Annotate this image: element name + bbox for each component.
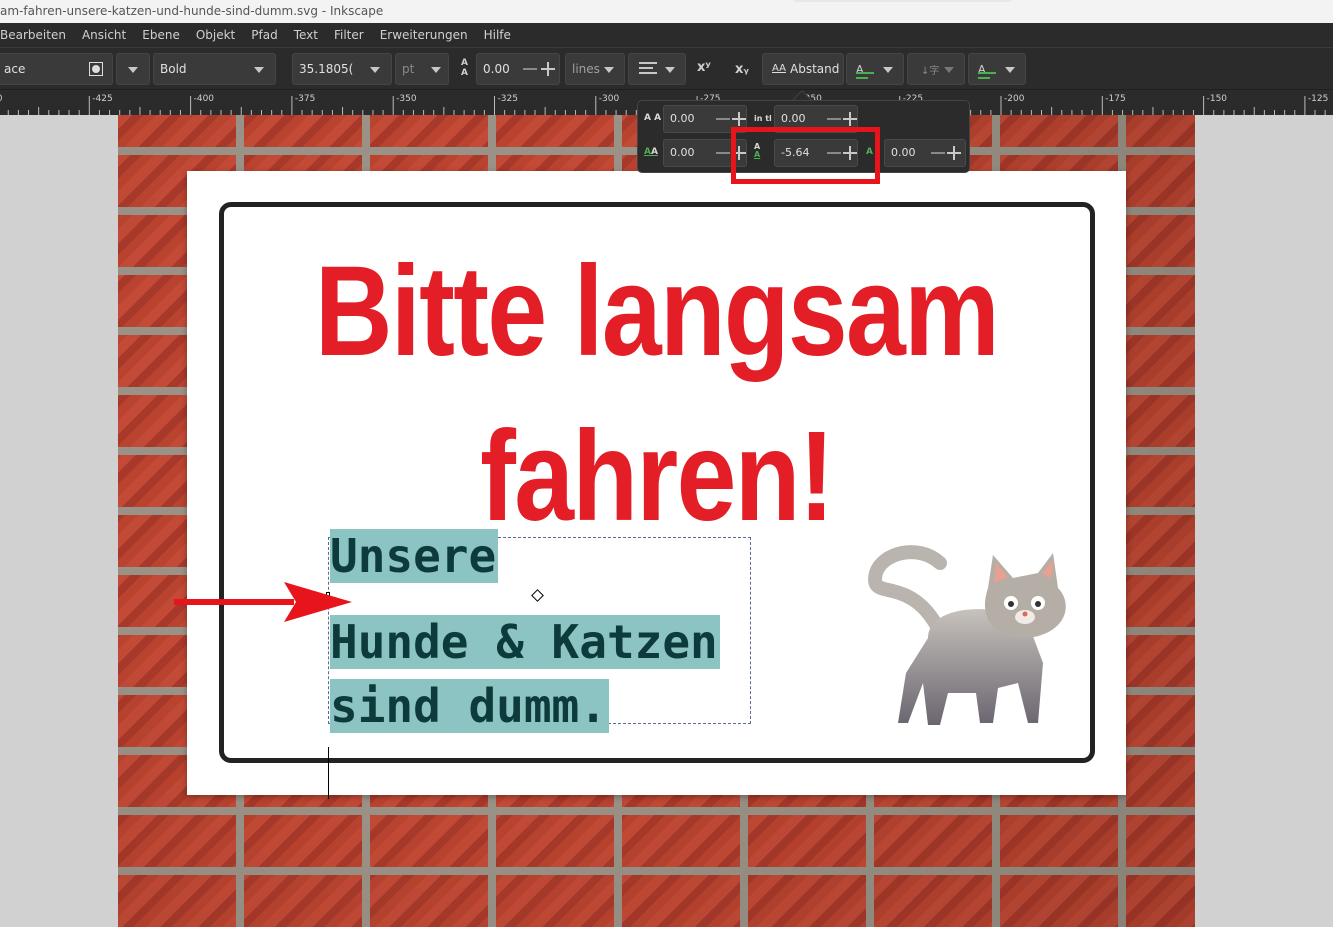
- ruler-tick-label: -350: [396, 94, 417, 104]
- minus-icon[interactable]: [827, 112, 841, 126]
- minus-icon[interactable]: [931, 146, 945, 160]
- font-family-field[interactable]: ace: [0, 53, 113, 85]
- selected-text-line3[interactable]: sind dumm.: [330, 679, 609, 733]
- line-height-mode-dropdown[interactable]: lines: [565, 53, 625, 85]
- sign-title-line1: Bitte langsam: [314, 240, 1000, 383]
- spacing-icon: AA: [772, 63, 786, 74]
- align-icon: [639, 62, 657, 76]
- ruler-tick-label: -375: [295, 94, 315, 104]
- annotation-arrow-icon: [174, 582, 352, 622]
- unit-dropdown[interactable]: pt: [395, 53, 449, 85]
- menu-ebene[interactable]: Ebene: [134, 28, 188, 42]
- plus-icon[interactable]: [541, 62, 555, 76]
- drawing-canvas[interactable]: Bitte langsam fahren! Unsere Hunde & Kat…: [0, 115, 1333, 927]
- line-mode-value: lines: [572, 62, 600, 76]
- ruler-tick-label: -150: [1207, 94, 1228, 104]
- spacing-button[interactable]: AA Abstand: [762, 53, 844, 85]
- plus-icon[interactable]: [947, 146, 961, 160]
- ruler-tick-label: -425: [92, 94, 112, 104]
- font-preview-icon[interactable]: [89, 62, 103, 76]
- menu-ansicht[interactable]: Ansicht: [74, 28, 134, 42]
- plus-icon[interactable]: [732, 112, 746, 126]
- line-height-icon: AA: [461, 58, 468, 78]
- line-height-field[interactable]: 0.00: [476, 53, 560, 85]
- plus-icon[interactable]: [843, 112, 857, 126]
- font-style-dropdown[interactable]: Bold: [153, 53, 276, 85]
- chevron-down-icon: [883, 67, 893, 73]
- menu-bearbeiten[interactable]: Bearbeiten: [0, 28, 74, 42]
- line-height-value: 0.00: [483, 62, 510, 76]
- chevron-down-icon: [1005, 67, 1015, 73]
- rotation-field[interactable]: 0.00: [884, 139, 966, 167]
- minus-icon[interactable]: [523, 62, 537, 76]
- ruler-tick-label: -175: [1105, 94, 1125, 104]
- alignment-dropdown[interactable]: [628, 53, 686, 85]
- font-size-dropdown[interactable]: 35.1805(: [292, 53, 392, 85]
- chevron-down-icon: [254, 67, 264, 73]
- ruler-tick-label: -300: [599, 94, 620, 104]
- chevron-down-icon: [431, 67, 441, 73]
- font-family-dropdown[interactable]: [116, 53, 150, 85]
- chevron-down-icon: [370, 67, 380, 73]
- word-spacing-label: in tl: [754, 114, 772, 123]
- writing-mode-dropdown[interactable]: A: [846, 53, 904, 85]
- subscript-icon[interactable]: xᵧ: [735, 62, 749, 77]
- superscript-icon[interactable]: xʸ: [697, 60, 711, 75]
- direction-icon: A: [978, 63, 986, 76]
- sign-title-line2: fahren!: [480, 405, 834, 548]
- text-toolbar: ace Bold 35.1805( pt AA 0.00 lines xʸ xᵧ…: [0, 47, 1333, 89]
- menu-bar: Bearbeiten Ansicht Ebene Objekt Pfad Tex…: [0, 23, 1333, 47]
- selected-text-line2[interactable]: Hunde & Katzen: [330, 615, 720, 669]
- chevron-down-icon: [944, 67, 954, 73]
- rotation-value: 0.00: [891, 146, 916, 159]
- chevron-down-icon: [604, 67, 614, 73]
- font-size-value: 35.1805(: [299, 62, 354, 76]
- unit-value: pt: [402, 62, 415, 76]
- menu-hilfe[interactable]: Hilfe: [476, 28, 519, 42]
- annotation-highlight-box: [731, 127, 880, 184]
- kerning-value: 0.00: [670, 146, 695, 159]
- ruler-tick-label: -200: [1004, 94, 1025, 104]
- orientation-icon: ↓字: [921, 66, 940, 77]
- menu-filter[interactable]: Filter: [326, 28, 372, 42]
- font-family-value: ace: [4, 62, 26, 76]
- menu-erweiterungen[interactable]: Erweiterungen: [372, 28, 476, 42]
- chevron-down-icon: [128, 67, 138, 73]
- chevron-down-icon: [665, 67, 675, 73]
- cat-illustration: [868, 545, 1066, 725]
- ruler-tick-label: -400: [194, 94, 215, 104]
- font-style-value: Bold: [160, 62, 187, 76]
- selected-text-line1[interactable]: Unsere: [330, 529, 499, 583]
- title-bar-tab-shadow: [790, 0, 1015, 2]
- text-cursor: [328, 747, 329, 799]
- window-title: am-fahren-unsere-katzen-und-hunde-sind-d…: [0, 4, 384, 18]
- ruler-tick-label: 50: [0, 94, 3, 104]
- spacing-label: Abstand: [790, 62, 840, 76]
- inkscape-window: am-fahren-unsere-katzen-und-hunde-sind-d…: [0, 0, 1333, 927]
- title-bar: am-fahren-unsere-katzen-und-hunde-sind-d…: [0, 0, 1333, 23]
- writing-mode-icon: A: [856, 63, 864, 76]
- menu-objekt[interactable]: Objekt: [188, 28, 243, 42]
- letter-spacing-icon: A A: [644, 113, 662, 123]
- menu-pfad[interactable]: Pfad: [243, 28, 285, 42]
- kerning-icon: AA: [644, 147, 658, 157]
- text-orientation-dropdown[interactable]: ↓字: [907, 53, 965, 85]
- letter-spacing-value: 0.00: [670, 112, 695, 125]
- minus-icon[interactable]: [716, 146, 730, 160]
- ruler-tick-label: -125: [1308, 94, 1328, 104]
- menu-text[interactable]: Text: [286, 28, 326, 42]
- minus-icon[interactable]: [716, 112, 730, 126]
- direction-dropdown[interactable]: A: [968, 53, 1026, 85]
- ruler-tick-label: -325: [498, 94, 518, 104]
